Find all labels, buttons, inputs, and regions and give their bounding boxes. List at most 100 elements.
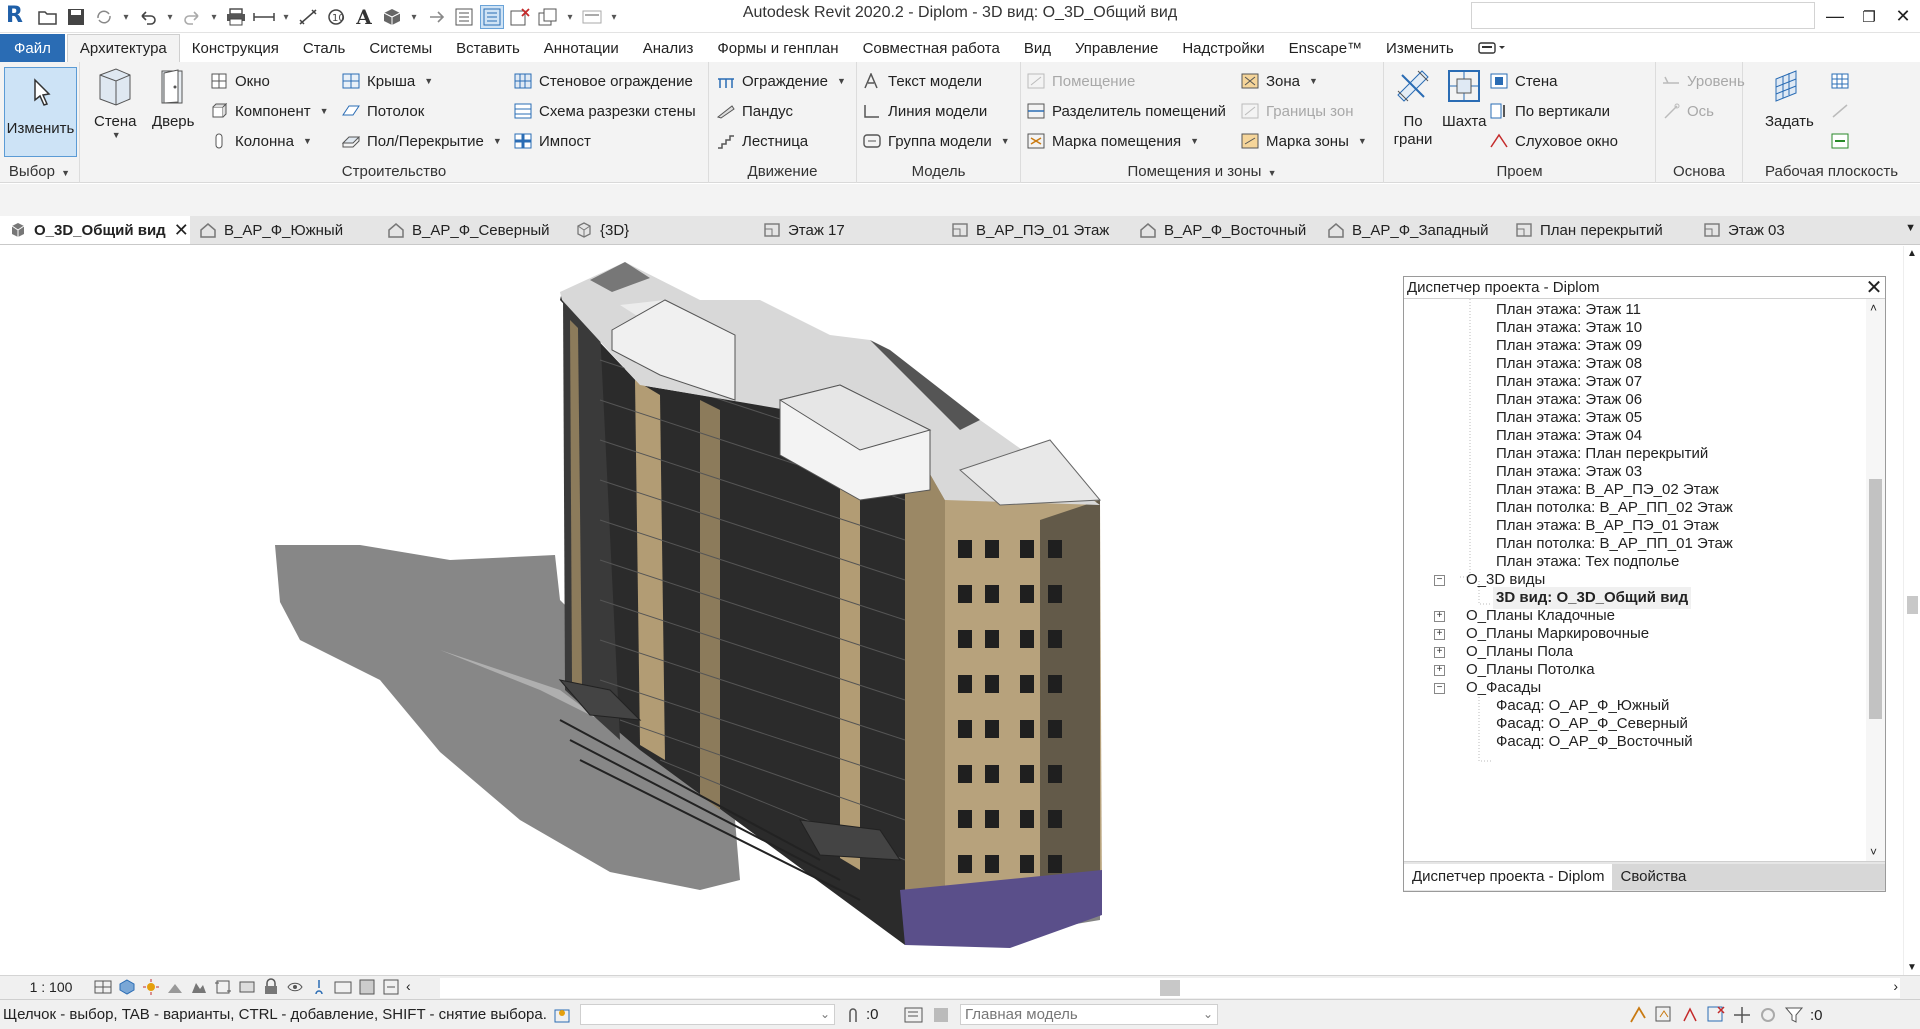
scroll-up-icon[interactable]: ˄ bbox=[1870, 301, 1877, 315]
tab-collaborate[interactable]: Совместная работа bbox=[851, 34, 1012, 62]
room-separator-button[interactable]: Разделитель помещений bbox=[1027, 100, 1226, 122]
window-button[interactable]: Окно bbox=[210, 70, 270, 92]
floor-button[interactable]: Пол/Перекрытие ▼ bbox=[342, 130, 502, 152]
canvas-vertical-scrollbar[interactable]: ▲ ▼ bbox=[1903, 246, 1920, 975]
active-workset-select[interactable]: ⌄ bbox=[580, 1004, 835, 1025]
scroll-down-icon[interactable]: ˅ bbox=[1870, 845, 1877, 859]
view-scale[interactable]: 1 : 100 bbox=[8, 979, 94, 995]
view-tab-floor-17[interactable]: Этаж 17 bbox=[754, 216, 942, 244]
tab-massing-site[interactable]: Формы и генплан bbox=[705, 34, 850, 62]
show-workplane-button[interactable] bbox=[1831, 70, 1849, 92]
viewer-button[interactable] bbox=[1831, 130, 1849, 152]
worksets-icon[interactable] bbox=[553, 1006, 573, 1024]
modify-button[interactable]: Изменить bbox=[4, 67, 77, 157]
model-group-button[interactable]: Группа модели ▼ bbox=[863, 130, 1010, 152]
browser-scroll-thumb[interactable] bbox=[1869, 479, 1882, 719]
analytical-model-icon[interactable] bbox=[334, 978, 352, 996]
view-tab-3d-general[interactable]: О_3D_Общий вид ✕ bbox=[0, 216, 190, 244]
tab-view[interactable]: Вид bbox=[1012, 34, 1063, 62]
view-tab-elevation-east[interactable]: В_АР_Ф_Восточный bbox=[1130, 216, 1318, 244]
column-button[interactable]: Колонна ▼ bbox=[210, 130, 312, 152]
tab-modify[interactable]: Изменить bbox=[1374, 34, 1466, 62]
panel-room-area-label[interactable]: Помещения и зоны ▼ bbox=[1021, 163, 1383, 180]
browser-scrollbar[interactable]: ˄ ˅ bbox=[1866, 299, 1885, 861]
ramp-button[interactable]: Пандус bbox=[717, 100, 793, 122]
set-workplane-button[interactable]: Задать bbox=[1765, 65, 1814, 130]
curtain-system-button[interactable]: Стеновое ограждение bbox=[514, 70, 693, 92]
expand-toggle-icon[interactable]: + bbox=[1434, 647, 1445, 658]
wall-button[interactable]: Стена ▼ bbox=[94, 65, 137, 140]
dormer-button[interactable]: Слуховое окно bbox=[1490, 130, 1618, 152]
collapse-toggle-icon[interactable]: − bbox=[1434, 683, 1445, 694]
design-option-select[interactable]: Главная модель ⌄ bbox=[960, 1004, 1218, 1025]
tab-project-browser[interactable]: Диспетчер проекта - Diplom bbox=[1404, 863, 1613, 890]
shadows-icon[interactable] bbox=[166, 978, 184, 996]
tab-systems[interactable]: Системы bbox=[357, 34, 444, 62]
tab-annotate[interactable]: Аннотации bbox=[532, 34, 631, 62]
background-process-icon[interactable] bbox=[1758, 1005, 1778, 1025]
tab-file[interactable]: Файл bbox=[0, 34, 65, 62]
close-button[interactable]: ✕ bbox=[1886, 0, 1920, 33]
view-tab-slab-plan[interactable]: План перекрытий bbox=[1506, 216, 1694, 244]
panel-select-label[interactable]: Выбор ▼ bbox=[0, 163, 79, 180]
view-tab-floor-03[interactable]: Этаж 03 bbox=[1694, 216, 1854, 244]
area-boundary-button[interactable]: Границы зон bbox=[1241, 100, 1354, 122]
highlight-displacement-icon[interactable] bbox=[358, 978, 376, 996]
minimize-button[interactable]: — bbox=[1818, 0, 1852, 33]
temporary-hide-icon[interactable] bbox=[286, 978, 304, 996]
grid-button[interactable]: Ось bbox=[1662, 100, 1714, 122]
tab-structure[interactable]: Конструкция bbox=[180, 34, 291, 62]
model-text-button[interactable]: Текст модели bbox=[863, 70, 982, 92]
select-pinned-icon[interactable] bbox=[1680, 1005, 1700, 1025]
by-face-button[interactable]: По грани bbox=[1392, 65, 1434, 149]
view-control-collapse-icon[interactable]: ‹ bbox=[406, 978, 411, 996]
collapse-toggle-icon[interactable]: − bbox=[1434, 575, 1445, 586]
drag-elements-icon[interactable] bbox=[1732, 1005, 1752, 1025]
design-options-icon[interactable] bbox=[904, 1006, 924, 1024]
level-button[interactable]: Уровень bbox=[1662, 70, 1745, 92]
tab-architecture[interactable]: Архитектура bbox=[66, 34, 180, 62]
render-icon[interactable] bbox=[190, 978, 208, 996]
view-tab-pe01[interactable]: В_АР_ПЭ_01 Этаж bbox=[942, 216, 1130, 244]
shaft-button[interactable]: Шахта bbox=[1442, 65, 1486, 130]
lock-3d-view-icon[interactable] bbox=[262, 978, 280, 996]
canvas-horizontal-scrollbar[interactable]: › bbox=[440, 978, 1900, 998]
area-tag-button[interactable]: Марка зоны ▼ bbox=[1241, 130, 1367, 152]
vertical-opening-button[interactable]: По вертикали bbox=[1490, 100, 1610, 122]
reveal-hidden-icon[interactable] bbox=[310, 978, 328, 996]
wall-dropdown-icon[interactable]: ▼ bbox=[112, 130, 121, 140]
expand-toggle-icon[interactable]: + bbox=[1434, 611, 1445, 622]
model-line-button[interactable]: Линия модели bbox=[863, 100, 987, 122]
scroll-up-icon[interactable]: ▲ bbox=[1907, 248, 1917, 259]
expand-toggle-icon[interactable]: + bbox=[1434, 665, 1445, 676]
room-button[interactable]: Помещение bbox=[1027, 70, 1135, 92]
search-input[interactable] bbox=[1471, 2, 1815, 29]
project-browser-tree[interactable]: План этажа: Этаж 11 План этажа: Этаж 10 … bbox=[1404, 299, 1866, 861]
room-tag-button[interactable]: Марка помещения ▼ bbox=[1027, 130, 1199, 152]
crop-region-icon[interactable] bbox=[238, 978, 256, 996]
ref-plane-button[interactable] bbox=[1831, 100, 1849, 122]
scroll-down-icon[interactable]: ▼ bbox=[1907, 962, 1917, 973]
mullion-button[interactable]: Импост bbox=[514, 130, 591, 152]
scroll-right-icon[interactable]: › bbox=[1893, 978, 1898, 994]
wall-opening-button[interactable]: Стена bbox=[1490, 70, 1558, 92]
filter-icon[interactable] bbox=[1784, 1005, 1804, 1025]
railing-button[interactable]: Ограждение ▼ bbox=[717, 70, 846, 92]
detail-level-icon[interactable] bbox=[94, 978, 112, 996]
crop-view-icon[interactable] bbox=[214, 978, 232, 996]
select-underlay-icon[interactable] bbox=[1654, 1005, 1674, 1025]
ceiling-button[interactable]: Потолок bbox=[342, 100, 424, 122]
sun-path-icon[interactable] bbox=[142, 978, 160, 996]
select-links-icon[interactable] bbox=[1628, 1005, 1648, 1025]
expand-toggle-icon[interactable]: + bbox=[1434, 629, 1445, 640]
view-tab-elevation-south[interactable]: В_АР_Ф_Южный bbox=[190, 216, 378, 244]
tab-analyze[interactable]: Анализ bbox=[631, 34, 706, 62]
reveal-constraints-icon[interactable] bbox=[382, 978, 400, 996]
door-button[interactable]: Дверь bbox=[152, 65, 194, 130]
scroll-thumb[interactable] bbox=[1907, 596, 1918, 614]
design-option-set-icon[interactable] bbox=[932, 1006, 952, 1024]
ribbon-display-toggle[interactable] bbox=[1466, 34, 1518, 62]
tab-steel[interactable]: Сталь bbox=[291, 34, 357, 62]
maximize-button[interactable]: ❐ bbox=[1852, 0, 1886, 33]
close-icon[interactable]: ✕ bbox=[1863, 278, 1885, 298]
